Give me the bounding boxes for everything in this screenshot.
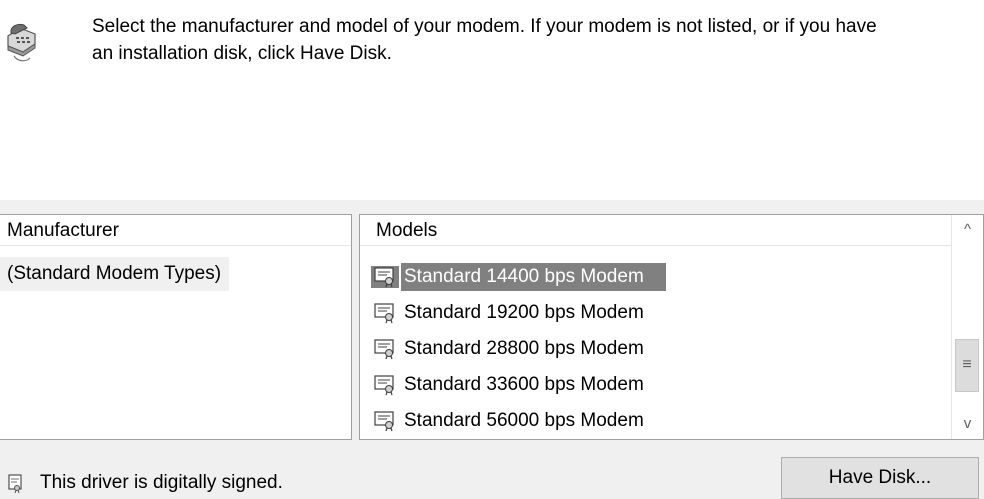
scroll-up-icon[interactable]: ^	[952, 215, 983, 245]
have-disk-button[interactable]: Have Disk...	[781, 457, 979, 499]
certificate-icon	[371, 374, 399, 396]
scroll-down-icon[interactable]: v	[952, 409, 983, 439]
model-item-label: Standard 28800 bps Modem	[404, 338, 644, 359]
driver-signed-status: This driver is digitally signed.	[40, 472, 283, 493]
certificate-icon	[371, 410, 399, 432]
wizard-header: Select the manufacturer and model of you…	[0, 0, 984, 200]
model-item-standard-14400[interactable]: Standard 14400 bps Modem	[360, 259, 952, 295]
manufacturer-list[interactable]: Manufacturer (Standard Modem Types)	[0, 214, 352, 440]
model-item-standard-19200[interactable]: Standard 19200 bps Modem	[360, 295, 952, 331]
model-item-label: Standard 14400 bps Modem	[401, 263, 666, 291]
scroll-thumb[interactable]: ≡	[955, 339, 979, 392]
models-column-header: Models	[360, 215, 983, 246]
model-item-label: Standard 56000 bps Modem	[404, 410, 644, 431]
model-item-label: Standard 19200 bps Modem	[404, 302, 644, 323]
certificate-icon	[371, 302, 399, 324]
certificate-icon	[371, 266, 399, 288]
manufacturer-column-header: Manufacturer	[0, 215, 351, 246]
telephone-modem-icon	[4, 22, 38, 64]
manufacturer-item-standard-modem-types[interactable]: (Standard Modem Types)	[0, 257, 230, 291]
model-item-label: Standard 33600 bps Modem	[404, 374, 644, 395]
models-scrollbar[interactable]: ^ ≡ v	[951, 215, 983, 439]
model-item-standard-33600[interactable]: Standard 33600 bps Modem	[360, 367, 952, 403]
certificate-icon	[371, 338, 399, 360]
instruction-text: Select the manufacturer and model of you…	[92, 16, 877, 64]
models-list[interactable]: Models Standard 14400 bps Modem Standard…	[359, 214, 984, 440]
model-item-standard-56000[interactable]: Standard 56000 bps Modem	[360, 403, 952, 439]
signed-certificate-icon	[8, 474, 23, 494]
models-rows: Standard 14400 bps Modem Standard 19200 …	[360, 259, 952, 439]
model-item-standard-28800[interactable]: Standard 28800 bps Modem	[360, 331, 952, 367]
